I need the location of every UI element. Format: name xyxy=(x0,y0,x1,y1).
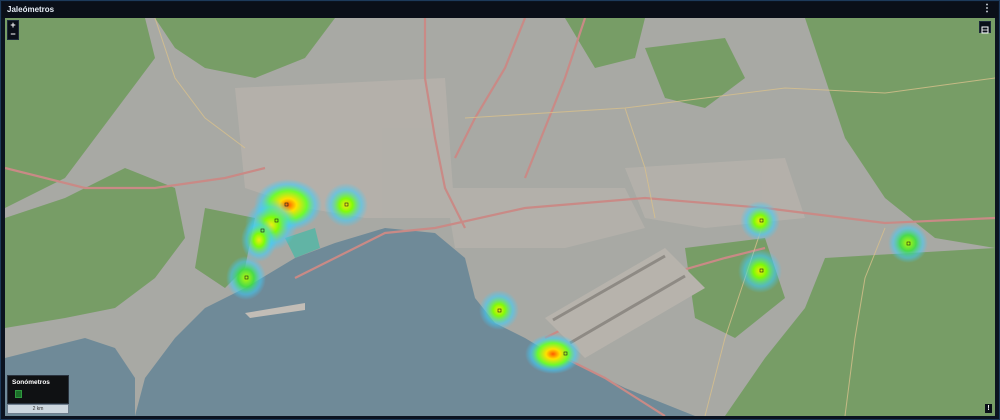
map-view[interactable]: + − Sonómetros 2 km ! xyxy=(5,18,995,416)
legend-swatch xyxy=(15,390,22,398)
heatmap-hotspot xyxy=(226,256,266,300)
kebab-menu-icon[interactable]: ⋮ xyxy=(982,4,992,14)
title-bar: Jaleómetros ⋮ xyxy=(2,2,998,18)
heatmap-hotspot xyxy=(888,223,928,263)
zoom-control: + − xyxy=(7,20,19,40)
layers-icon xyxy=(981,26,989,34)
legend-title: Sonómetros xyxy=(12,379,50,386)
app-window: Jaleómetros ⋮ + − Sonómetros 2 km ! xyxy=(0,0,1000,420)
heatmap-hotspot xyxy=(241,218,277,262)
zoom-out-button[interactable]: − xyxy=(8,30,18,39)
heatmap-hotspot xyxy=(479,290,519,330)
map-canvas[interactable] xyxy=(5,18,995,416)
heatmap-hotspot xyxy=(324,183,368,227)
layers-button[interactable] xyxy=(979,21,991,34)
heatmap-hotspot xyxy=(525,334,581,374)
window-title: Jaleómetros xyxy=(7,5,55,14)
map-legend: Sonómetros xyxy=(7,375,69,404)
scale-bar: 2 km xyxy=(7,404,69,414)
info-icon[interactable]: ! xyxy=(985,404,992,413)
